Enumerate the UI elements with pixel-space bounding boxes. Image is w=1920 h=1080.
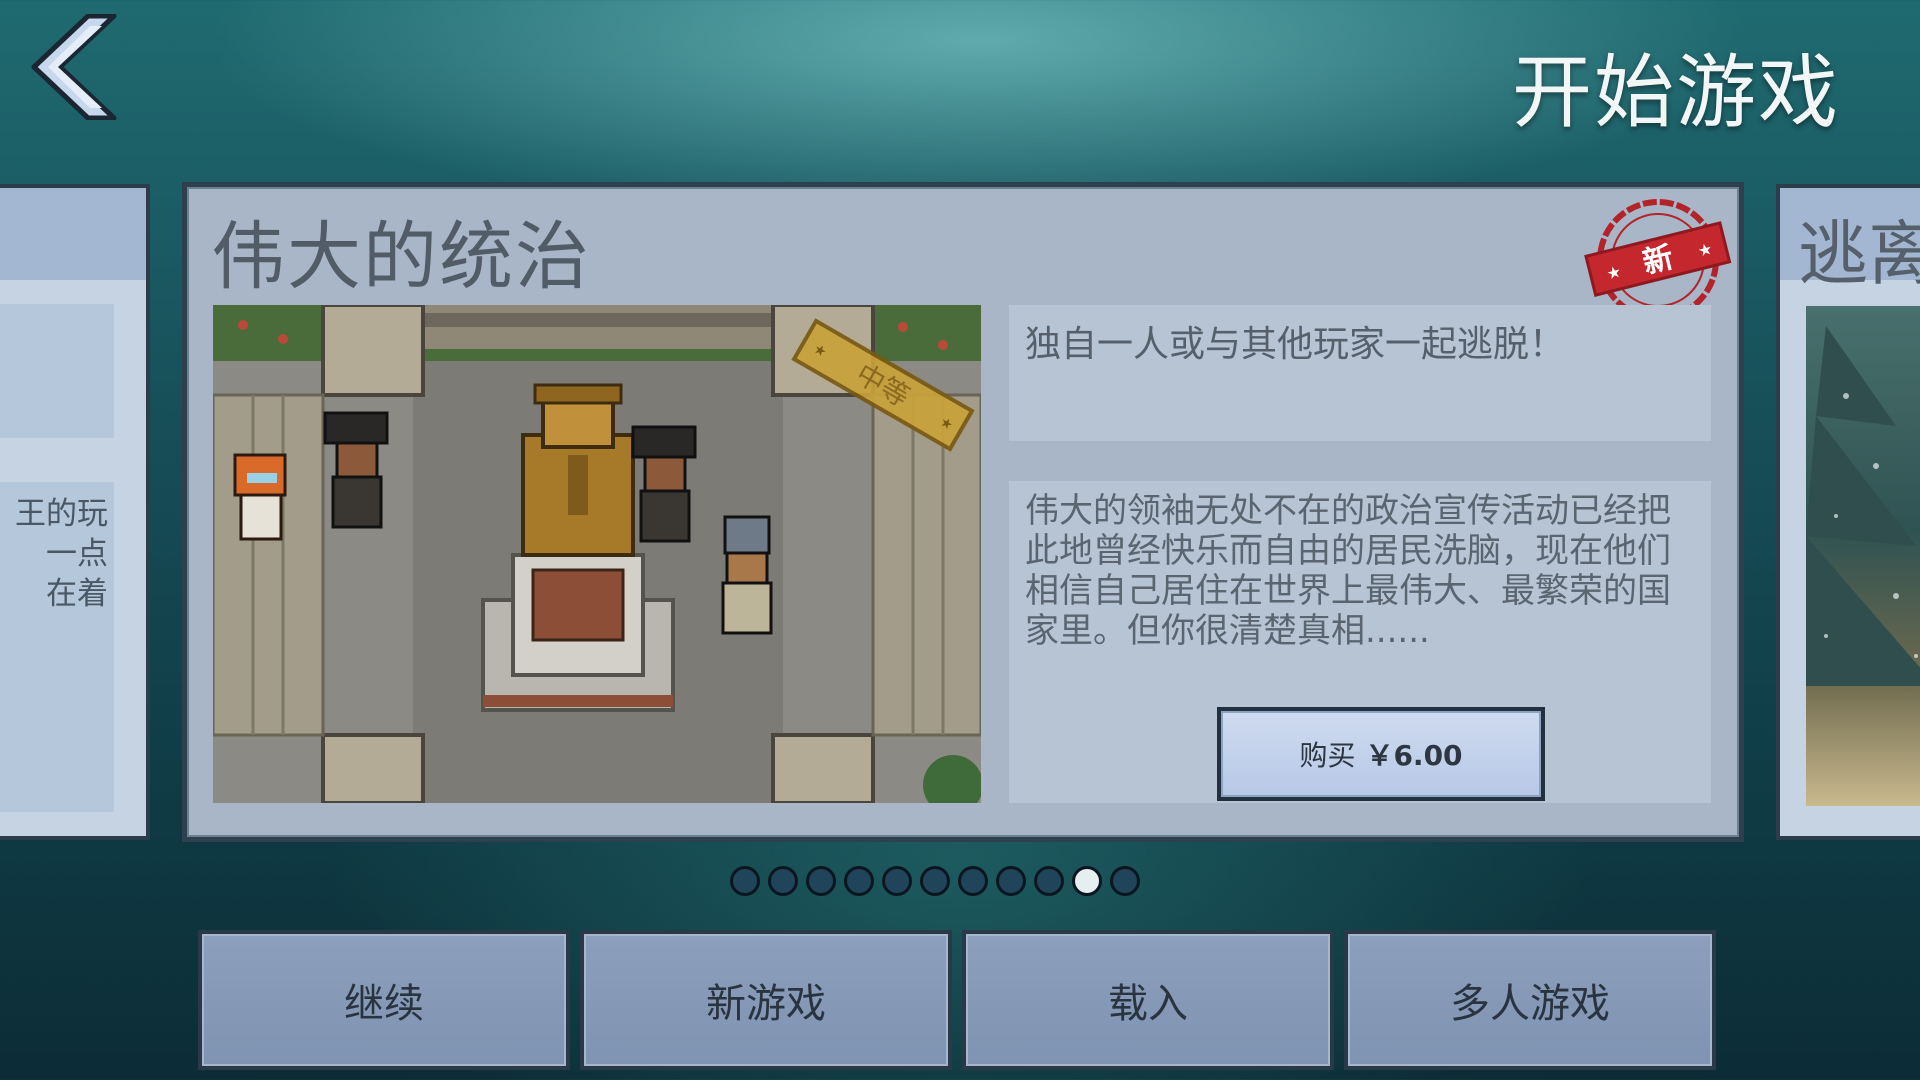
buy-price: ￥6.00	[1365, 739, 1463, 772]
pager-dot[interactable]	[996, 866, 1026, 896]
pager-dot[interactable]	[844, 866, 874, 896]
card-header: 逃离	[1780, 188, 1920, 295]
back-button[interactable]	[14, 13, 126, 121]
pager-dot[interactable]	[768, 866, 798, 896]
carousel-pager	[730, 866, 1140, 896]
pager-dot[interactable]	[882, 866, 912, 896]
continue-button[interactable]: 继续	[198, 930, 570, 1070]
text-line: 一点	[46, 536, 108, 572]
multiplayer-button[interactable]: 多人游戏	[1344, 930, 1716, 1070]
card-title: 逃离	[1798, 213, 1920, 295]
load-button[interactable]: 载入	[962, 930, 1334, 1070]
map-preview-image	[1806, 306, 1920, 806]
description-text: 伟大的领袖无处不在的政治宣传活动已经把此地曾经快乐而自由的居民洗脑，现在他们相信…	[1025, 491, 1671, 651]
level-preview-image: 中等 ★ ★	[213, 305, 981, 803]
page-title: 开始游戏	[1512, 46, 1840, 139]
pager-dot[interactable]	[920, 866, 950, 896]
tagline-panel: 独自一人或与其他玩家一起逃脱！	[1009, 305, 1711, 441]
pager-dot[interactable]	[730, 866, 760, 896]
carousel-card-previous[interactable]: 王的玩 一点 在着	[0, 184, 150, 840]
pager-dot[interactable]	[1110, 866, 1140, 896]
level-card[interactable]: 伟大的统治 新 ★ ★ 中等 ★ ★ 独自一人或与其他玩家一起逃脱！ 伟大的领袖…	[182, 182, 1744, 842]
level-title: 伟大的统治	[211, 214, 591, 300]
pager-dot[interactable]	[1034, 866, 1064, 896]
buy-label: 购买	[1299, 739, 1356, 772]
pager-dot-active[interactable]	[1072, 866, 1102, 896]
card-panel	[0, 304, 114, 438]
buy-button[interactable]: 购买 ￥6.00	[1217, 707, 1545, 801]
new-game-button[interactable]: 新游戏	[580, 930, 952, 1070]
text-line: 在着	[46, 576, 108, 612]
card-description-fragment: 王的玩 一点 在着	[15, 494, 108, 614]
pager-dot[interactable]	[958, 866, 988, 896]
back-chevron-icon	[31, 13, 117, 121]
main-menu: 继续 新游戏 载入 多人游戏	[198, 930, 1716, 1070]
card-header	[0, 188, 146, 280]
pager-dot[interactable]	[806, 866, 836, 896]
tagline-text: 独自一人或与其他玩家一起逃脱！	[1025, 324, 1566, 365]
carousel-card-next[interactable]: 逃离	[1776, 184, 1920, 840]
text-line: 王的玩	[15, 496, 108, 532]
